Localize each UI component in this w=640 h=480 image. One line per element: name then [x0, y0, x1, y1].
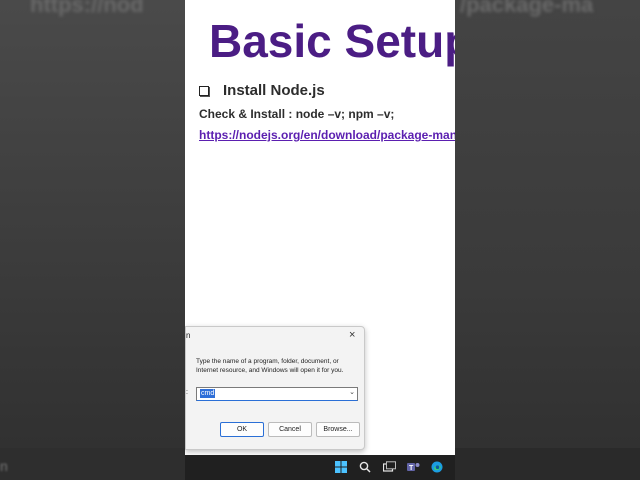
ok-button[interactable]: OK	[220, 422, 264, 437]
open-label: :	[186, 389, 188, 396]
svg-text:T: T	[409, 465, 414, 472]
bullet-text: Install Node.js	[223, 82, 325, 99]
download-link[interactable]: https://nodejs.org/en/download/package-m…	[199, 128, 455, 142]
background-right-bottom-strip	[455, 448, 640, 480]
teams-icon[interactable]: T	[406, 460, 420, 474]
search-icon[interactable]	[358, 460, 372, 474]
task-view-icon[interactable]	[382, 460, 396, 474]
background-left-bottom-strip	[0, 448, 185, 480]
video-frame: Basic Setup Install Node.js Check & Inst…	[185, 0, 455, 480]
slide-title: Basic Setup	[209, 15, 455, 67]
open-input-value: cmd	[200, 389, 216, 398]
chevron-down-icon[interactable]: ⌄	[349, 388, 355, 396]
background-left-panel	[0, 0, 185, 480]
browse-button[interactable]: Browse...	[316, 422, 360, 437]
background-blur-text-left: https://nod	[30, 0, 144, 17]
open-input[interactable]: cmd ⌄	[196, 387, 358, 401]
cancel-button[interactable]: Cancel	[268, 422, 312, 437]
background-right-panel	[455, 0, 640, 480]
edge-icon[interactable]	[430, 460, 444, 474]
background-blur-text-right: /package-ma	[460, 0, 594, 17]
close-icon[interactable]: ×	[349, 329, 355, 341]
run-dialog-title: n	[186, 331, 191, 340]
background-blur-bottom-text: n	[0, 458, 8, 474]
checkbox-bullet-icon	[199, 85, 209, 96]
taskbar: T	[185, 455, 455, 480]
windows-start-icon[interactable]	[334, 460, 348, 474]
run-dialog-description: Type the name of a program, folder, docu…	[196, 358, 344, 374]
check-install-text: Check & Install : node –v; npm –v;	[199, 107, 395, 121]
bullet-item: Install Node.js	[199, 82, 325, 99]
run-dialog: n × Type the name of a program, folder, …	[185, 326, 365, 450]
